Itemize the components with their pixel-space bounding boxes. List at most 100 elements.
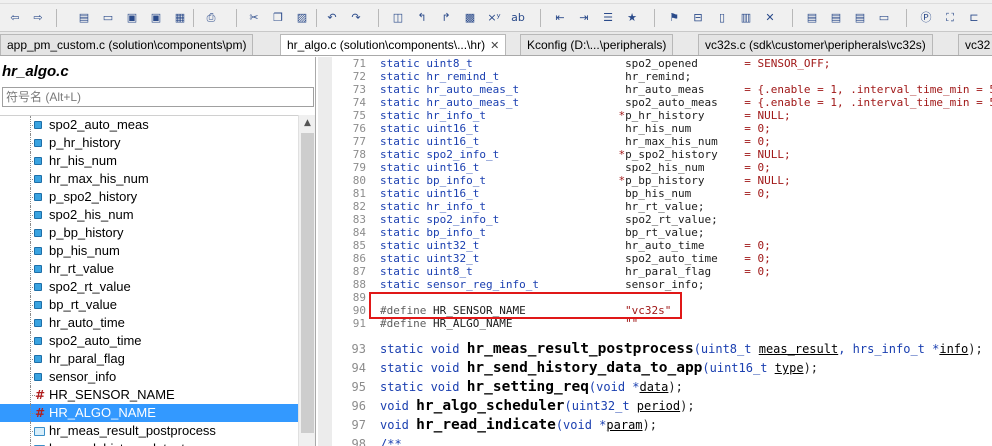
fullscreen-button[interactable]: ⛶: [940, 7, 960, 27]
project-button[interactable]: Ⓟ: [916, 7, 936, 27]
find-button[interactable]: ◫: [388, 7, 408, 27]
code-line: 89: [332, 291, 992, 304]
redo-icon: ↷: [351, 10, 361, 24]
symbol-item[interactable]: p_hr_history: [0, 134, 298, 152]
initializer: = {.enable = 1, .interval_time_min = 5,: [744, 96, 992, 109]
symbol-item[interactable]: # HR_ALGO_NAME: [0, 404, 298, 422]
open-button[interactable]: ▭: [98, 7, 118, 27]
scroll-up-arrow-icon[interactable]: ▲: [299, 115, 316, 132]
symbol-item[interactable]: hr_max_his_num: [0, 170, 298, 188]
tab-3[interactable]: vc32s.c (sdk\customer\peripherals\vc32s): [698, 34, 933, 55]
split-button[interactable]: ⊏: [964, 7, 984, 27]
back-button[interactable]: ⇦: [5, 7, 25, 27]
symbol-item[interactable]: hr_meas_result_postprocess: [0, 422, 298, 440]
function-name: hr_algo_scheduler: [416, 398, 565, 414]
forward-button[interactable]: ⇨: [28, 7, 48, 27]
symbol-scrollbar[interactable]: ▲: [298, 115, 315, 446]
jump-button[interactable]: ⚑: [664, 7, 684, 27]
symbol-item[interactable]: # HR_SENSOR_NAME: [0, 386, 298, 404]
fullscreen-icon: ⛶: [946, 10, 954, 24]
symbol-item[interactable]: spo2_his_num: [0, 206, 298, 224]
bookmark-toggle-button[interactable]: ★: [622, 7, 642, 27]
layout1-icon: ▤: [806, 10, 818, 24]
find-next-button[interactable]: ↱: [436, 7, 456, 27]
symbol-item[interactable]: sensor_info: [0, 368, 298, 386]
stop-button[interactable]: ✕: [760, 7, 780, 27]
code-line: 93 static void hr_meas_result_postprocess…: [332, 340, 992, 359]
type-name: uint16_t: [426, 122, 480, 135]
build-button[interactable]: ⊟: [688, 7, 708, 27]
code-editor[interactable]: 71 static uint8_t spo2_opened = SENSOR_OF…: [318, 57, 992, 446]
redo-button[interactable]: ↷: [346, 7, 366, 27]
variable-name: sensor_info;: [625, 278, 705, 291]
cut-button[interactable]: ✂: [244, 7, 264, 27]
tab-0[interactable]: app_pm_custom.c (solution\components\pm): [0, 34, 254, 55]
replace-button[interactable]: ▩: [460, 7, 480, 27]
tab-label: hr_algo.c (solution\components\...\hr): [287, 38, 486, 52]
variable-name: hr_remind;: [625, 70, 692, 83]
symbol-item[interactable]: p_bp_history: [0, 224, 298, 242]
symbol-item[interactable]: hr_his_num: [0, 152, 298, 170]
symbol-item[interactable]: spo2_rt_value: [0, 278, 298, 296]
symbol-label: spo2_rt_value: [49, 279, 131, 294]
bookmark-list-button[interactable]: ☰: [598, 7, 618, 27]
variable-name: hr_his_num: [625, 122, 692, 135]
variable-icon: [34, 373, 42, 381]
symbol-item[interactable]: hr_rt_value: [0, 260, 298, 278]
tab-1[interactable]: hr_algo.c (solution\components\...\hr) ✕: [280, 34, 507, 55]
code-line: 74 static hr_auto_meas_t spo2_auto_meas =…: [332, 96, 992, 109]
line-number: 90: [352, 304, 366, 317]
symbol-item[interactable]: bp_his_num: [0, 242, 298, 260]
case-icon: ×ʸ: [487, 10, 501, 24]
compile-button[interactable]: ▯: [712, 7, 732, 27]
layout1-button[interactable]: ▤: [802, 7, 822, 27]
symbol-item[interactable]: spo2_auto_meas: [0, 116, 298, 134]
jump-icon: ⚑: [669, 10, 679, 24]
paste-button[interactable]: ▨: [292, 7, 312, 27]
save-button[interactable]: ▣: [122, 7, 142, 27]
code-line: 95 static void hr_setting_req(void *data)…: [332, 378, 992, 397]
find-prev-icon: ↰: [417, 10, 427, 24]
keyword: static: [380, 161, 420, 174]
symbol-item[interactable]: hr_send_history_data_to_app: [0, 440, 298, 446]
toolbar: ⇦ ⇨ ▤ ▭ ▣ ▣ ▦ ⎙ ✂ ❐ ▨ ↶ ↷ ◫ ↰ ↱ ▩ ×ʸ ab ⇤ ⇥ ☰ ★ ⚑ ⊟ ▯ ▥ ✕ ▤ ▤ ▤ ▭ Ⓟ ⛶ ⊏: [0, 4, 992, 32]
type-name: uint32_t: [426, 239, 480, 252]
line-number: 84: [352, 226, 366, 239]
case-button[interactable]: ×ʸ: [484, 7, 504, 27]
symbol-item[interactable]: hr_paral_flag: [0, 350, 298, 368]
tab-2[interactable]: Kconfig (D:\...\peripherals): [520, 34, 674, 55]
new-file-button[interactable]: ▤: [74, 7, 94, 27]
keyword: static void: [380, 361, 467, 375]
rebuild-button[interactable]: ▥: [736, 7, 756, 27]
symbol-item[interactable]: bp_rt_value: [0, 296, 298, 314]
symbol-item[interactable]: hr_auto_time: [0, 314, 298, 332]
variable-icon: [34, 175, 42, 183]
symbol-item[interactable]: p_spo2_history: [0, 188, 298, 206]
code-line: 94 static void hr_send_history_data_to_ap…: [332, 359, 992, 378]
bookmark-prev-button[interactable]: ⇤: [550, 7, 570, 27]
type-name: uint32_t: [426, 252, 480, 265]
line-number: 76: [352, 122, 366, 135]
layout2-button[interactable]: ▤: [826, 7, 846, 27]
symbol-item[interactable]: spo2_auto_time: [0, 332, 298, 350]
save-as-button[interactable]: ▣: [146, 7, 166, 27]
keyword: static void: [380, 342, 467, 356]
layout4-button[interactable]: ▭: [874, 7, 894, 27]
code-line: 88 static sensor_reg_info_t sensor_info;: [332, 278, 992, 291]
keyword: static: [380, 57, 420, 70]
symbol-search-input[interactable]: [2, 87, 314, 107]
code-line: 80 static bp_info_t *p_bp_history = NULL;: [332, 174, 992, 187]
save-all-button[interactable]: ▦: [170, 7, 190, 27]
tab-4[interactable]: vc32: [958, 34, 992, 55]
tab-close-icon[interactable]: ✕: [490, 40, 499, 52]
toolbar-separator: [236, 9, 237, 27]
undo-button[interactable]: ↶: [322, 7, 342, 27]
copy-button[interactable]: ❐: [268, 7, 288, 27]
word-button[interactable]: ab: [508, 7, 528, 27]
print-button[interactable]: ⎙: [201, 7, 221, 27]
find-prev-button[interactable]: ↰: [412, 7, 432, 27]
panel-file-title: hr_algo.c: [2, 63, 69, 80]
scroll-thumb[interactable]: [301, 133, 314, 433]
bookmark-next-button[interactable]: ⇥: [574, 7, 594, 27]
layout3-button[interactable]: ▤: [850, 7, 870, 27]
